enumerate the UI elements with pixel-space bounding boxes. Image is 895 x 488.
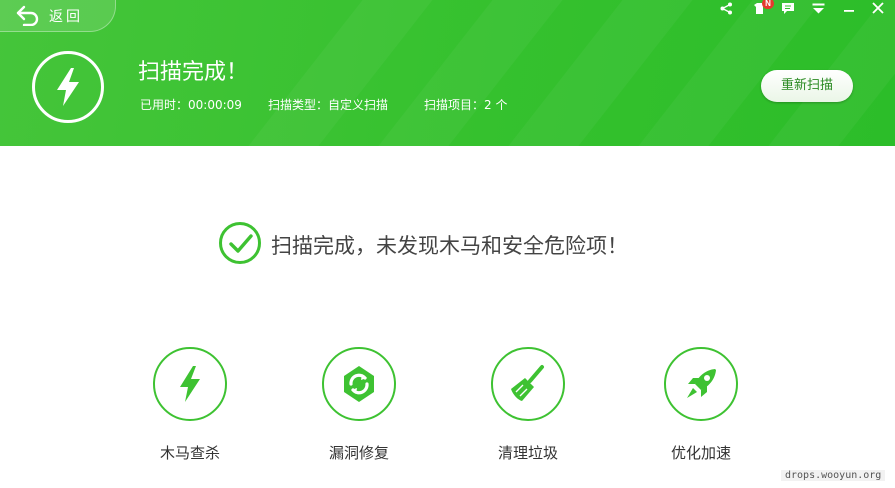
tool-icon-circle [322,347,396,421]
tool-icon-circle [664,347,738,421]
tool-icon-circle [153,347,227,421]
tool-label: 清理垃圾 [497,444,558,462]
tool-junk-clean[interactable]: 清理垃圾 [468,347,588,463]
message-icon [782,2,794,14]
minimize-button[interactable] [841,0,857,16]
header-banner: 返回 N 扫描完成！ 已用时：00:00:09 扫描类型：自定义扫描 扫描项目：… [0,0,895,146]
result-badge [219,222,261,264]
result-message: 扫描完成，未发现木马和安全危险项！ [271,234,628,258]
watermark: drops.wooyun.org [781,470,886,481]
lightning-icon [57,68,79,106]
tool-label: 优化加速 [670,444,731,462]
share-button[interactable] [718,0,734,16]
check-icon [229,234,253,253]
close-button[interactable] [870,0,886,16]
minimize-icon [844,10,854,12]
elapsed-time: 已用时：00:00:09 [140,98,242,112]
menu-icon [812,3,824,13]
tool-label: 木马查杀 [159,444,220,462]
repair-icon [344,366,374,402]
message-button[interactable] [780,0,796,16]
tool-speed-up[interactable]: 优化加速 [641,347,761,463]
back-label: 返回 [49,9,83,25]
tool-trojan-scan[interactable]: 木马查杀 [130,347,250,463]
menu-button[interactable] [810,0,826,16]
tool-label: 漏洞修复 [328,444,389,462]
scan-status-badge [32,51,104,123]
broom-icon [511,365,544,401]
share-icon [720,2,732,14]
lightning-icon [180,366,200,402]
rocket-icon [687,369,716,398]
close-icon [872,2,884,14]
tool-vulnerability-fix[interactable]: 漏洞修复 [299,347,419,463]
back-button[interactable]: 返回 [0,0,116,32]
scan-type: 扫描类型：自定义扫描 [268,98,389,112]
tool-icon-circle [491,347,565,421]
scan-title: 扫描完成！ [138,60,249,85]
rescan-button[interactable]: 重新扫描 [761,70,853,102]
back-arrow-icon [16,5,39,26]
scan-items: 扫描项目：2 个 [424,98,508,112]
